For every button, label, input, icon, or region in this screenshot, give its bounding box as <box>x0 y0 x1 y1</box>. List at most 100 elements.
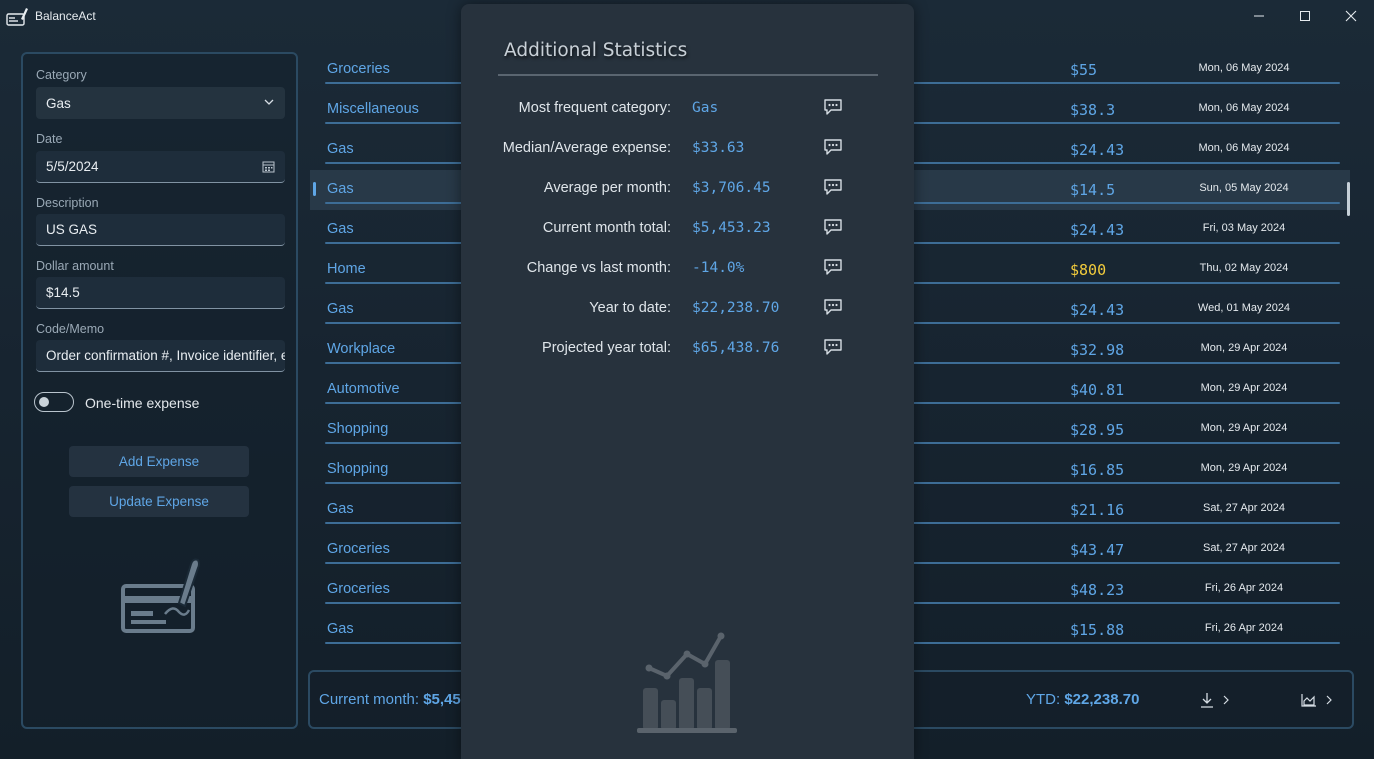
expense-category: Miscellaneous <box>327 101 419 117</box>
expense-date: Mon, 06 May 2024 <box>1198 142 1290 154</box>
amount-input[interactable]: $14.5 <box>36 277 285 309</box>
description-input[interactable]: US GAS <box>36 214 285 246</box>
expense-category: Gas <box>327 621 354 637</box>
expense-date: Mon, 29 Apr 2024 <box>1200 342 1288 354</box>
stat-value: $22,238.70 <box>692 300 780 316</box>
check-pen-icon <box>6 6 28 26</box>
expense-date: Wed, 01 May 2024 <box>1197 302 1291 314</box>
expense-category: Workplace <box>327 341 396 357</box>
memo-label: Code/Memo <box>36 322 105 336</box>
expense-category: Shopping <box>327 421 389 437</box>
expense-date: Sun, 05 May 2024 <box>1199 182 1289 194</box>
stat-row: Most frequent category: Gas <box>461 98 914 122</box>
stat-label: Year to date: <box>589 300 671 316</box>
stats-divider <box>498 74 878 76</box>
add-expense-button[interactable]: Add Expense <box>69 446 249 477</box>
memo-input[interactable]: Order confirmation #, Invoice identifier… <box>36 340 285 372</box>
stat-row: Year to date: $22,238.70 <box>461 298 914 322</box>
stat-value: $65,438.76 <box>692 340 780 356</box>
comment-icon[interactable] <box>823 178 843 200</box>
expense-date: Sat, 27 Apr 2024 <box>1203 502 1285 514</box>
chevron-down-icon <box>263 96 275 111</box>
stat-label: Average per month: <box>543 180 671 196</box>
expense-category: Shopping <box>327 461 389 477</box>
chart-button[interactable] <box>1301 689 1333 711</box>
expense-category: Groceries <box>327 61 390 77</box>
comment-icon[interactable] <box>823 338 843 360</box>
expense-form-panel: Category Gas Date 5/5/2024 Description U… <box>21 52 298 729</box>
calendar-icon[interactable] <box>262 160 275 176</box>
ytd-summary: YTD: $22,238.70 <box>1026 691 1139 708</box>
expense-amount: $24.43 <box>1070 141 1125 159</box>
maximize-icon <box>1300 11 1310 21</box>
stat-row: Current month total: $5,453.23 <box>461 218 914 242</box>
comment-icon[interactable] <box>823 138 843 160</box>
category-value: Gas <box>46 95 71 111</box>
stat-value: $5,453.23 <box>692 220 771 236</box>
expense-date: Mon, 29 Apr 2024 <box>1200 382 1288 394</box>
update-expense-button[interactable]: Update Expense <box>69 486 249 517</box>
expense-date: Fri, 26 Apr 2024 <box>1204 622 1284 634</box>
stat-value: $3,706.45 <box>692 180 771 196</box>
date-value: 5/5/2024 <box>46 159 99 174</box>
current-month-summary: Current month: $5,45 <box>319 691 461 708</box>
expense-amount: $24.43 <box>1070 301 1125 319</box>
export-button[interactable] <box>1200 689 1230 711</box>
expense-category: Gas <box>327 141 354 157</box>
expense-category: Gas <box>327 181 354 197</box>
toggle-knob <box>39 397 49 407</box>
minimize-icon <box>1254 15 1264 17</box>
expense-category: Gas <box>327 501 354 517</box>
minimize-button[interactable] <box>1236 4 1282 28</box>
stat-label: Median/Average expense: <box>502 140 671 156</box>
stat-row: Median/Average expense: $33.63 <box>461 138 914 162</box>
expense-category: Home <box>327 261 366 277</box>
stat-label: Change vs last month: <box>526 260 671 276</box>
one-time-toggle[interactable] <box>34 392 74 412</box>
maximize-button[interactable] <box>1282 4 1328 28</box>
date-picker[interactable]: 5/5/2024 <box>36 151 285 183</box>
category-label: Category <box>36 68 87 82</box>
expense-date: Thu, 02 May 2024 <box>1199 262 1289 274</box>
check-pen-icon <box>121 558 201 642</box>
scrollbar-thumb[interactable] <box>1347 182 1350 216</box>
expense-amount: $15.88 <box>1070 621 1125 639</box>
area-chart-icon <box>1301 694 1316 707</box>
stat-row: Average per month: $3,706.45 <box>461 178 914 202</box>
expense-category: Groceries <box>327 541 390 557</box>
expense-amount: $43.47 <box>1070 541 1125 559</box>
close-button[interactable] <box>1328 4 1374 28</box>
expense-date: Mon, 29 Apr 2024 <box>1200 462 1288 474</box>
current-month-label: Current month: <box>319 691 420 708</box>
category-select[interactable]: Gas <box>36 87 285 119</box>
expense-date: Fri, 03 May 2024 <box>1202 222 1286 234</box>
download-icon <box>1201 693 1213 708</box>
chevron-right-icon <box>1326 695 1332 705</box>
expense-amount: $48.23 <box>1070 581 1125 599</box>
expense-amount: $38.3 <box>1070 101 1116 119</box>
expense-category: Groceries <box>327 581 390 597</box>
stat-value: -14.0% <box>692 260 745 276</box>
expense-amount: $32.98 <box>1070 341 1125 359</box>
current-month-value: $5,45 <box>423 691 461 708</box>
comment-icon[interactable] <box>823 258 843 280</box>
additional-statistics-panel: Additional Statistics Most frequent cate… <box>461 4 914 759</box>
bar-chart-trend-icon <box>637 630 739 738</box>
expense-amount: $24.43 <box>1070 221 1125 239</box>
comment-icon[interactable] <box>823 98 843 120</box>
selection-indicator <box>313 182 316 196</box>
amount-label: Dollar amount <box>36 259 114 273</box>
comment-icon[interactable] <box>823 298 843 320</box>
expense-date: Fri, 26 Apr 2024 <box>1204 582 1284 594</box>
stat-row: Change vs last month: -14.0% <box>461 258 914 282</box>
close-icon <box>1345 10 1357 22</box>
expense-amount: $28.95 <box>1070 421 1125 439</box>
stat-label: Current month total: <box>542 220 671 236</box>
expense-category: Gas <box>327 221 354 237</box>
comment-icon[interactable] <box>823 218 843 240</box>
stat-value: $33.63 <box>692 140 745 156</box>
app-title: BalanceAct <box>35 9 96 23</box>
ytd-label: YTD: <box>1026 691 1061 708</box>
expense-date: Mon, 29 Apr 2024 <box>1200 422 1288 434</box>
expense-amount: $40.81 <box>1070 381 1125 399</box>
